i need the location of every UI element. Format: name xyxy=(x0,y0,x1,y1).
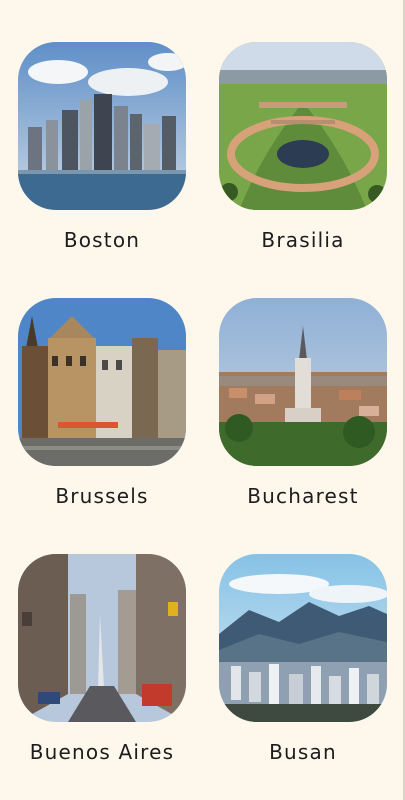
busan-mountains-image xyxy=(219,554,387,722)
city-thumbnail[interactable] xyxy=(219,554,387,722)
city-thumbnail[interactable] xyxy=(219,42,387,210)
city-card-brussels[interactable]: Brussels xyxy=(18,298,186,538)
city-thumbnail[interactable] xyxy=(18,554,186,722)
city-thumbnail[interactable] xyxy=(219,298,387,466)
city-thumbnail[interactable] xyxy=(18,42,186,210)
city-name: Brasilia xyxy=(261,228,345,252)
city-name: Bucharest xyxy=(247,484,359,508)
city-name: Buenos Aires xyxy=(29,740,175,764)
city-card-buenos-aires[interactable]: Buenos Aires xyxy=(18,554,186,794)
city-card-busan[interactable]: Busan xyxy=(219,554,387,794)
city-card-bucharest[interactable]: Bucharest xyxy=(219,298,387,538)
city-card-boston[interactable]: Boston xyxy=(18,42,186,282)
city-name: Boston xyxy=(63,228,141,252)
brussels-guildhalls-image xyxy=(18,298,186,466)
buenos-aires-avenue-image xyxy=(18,554,186,722)
bucharest-church-image xyxy=(219,298,387,466)
city-card-brasilia[interactable]: Brasilia xyxy=(219,42,387,282)
city-name: Brussels xyxy=(55,484,149,508)
city-thumbnail[interactable] xyxy=(18,298,186,466)
brasilia-plaza-image xyxy=(219,42,387,210)
boston-skyline-image xyxy=(18,42,186,210)
city-name: Busan xyxy=(269,740,337,764)
